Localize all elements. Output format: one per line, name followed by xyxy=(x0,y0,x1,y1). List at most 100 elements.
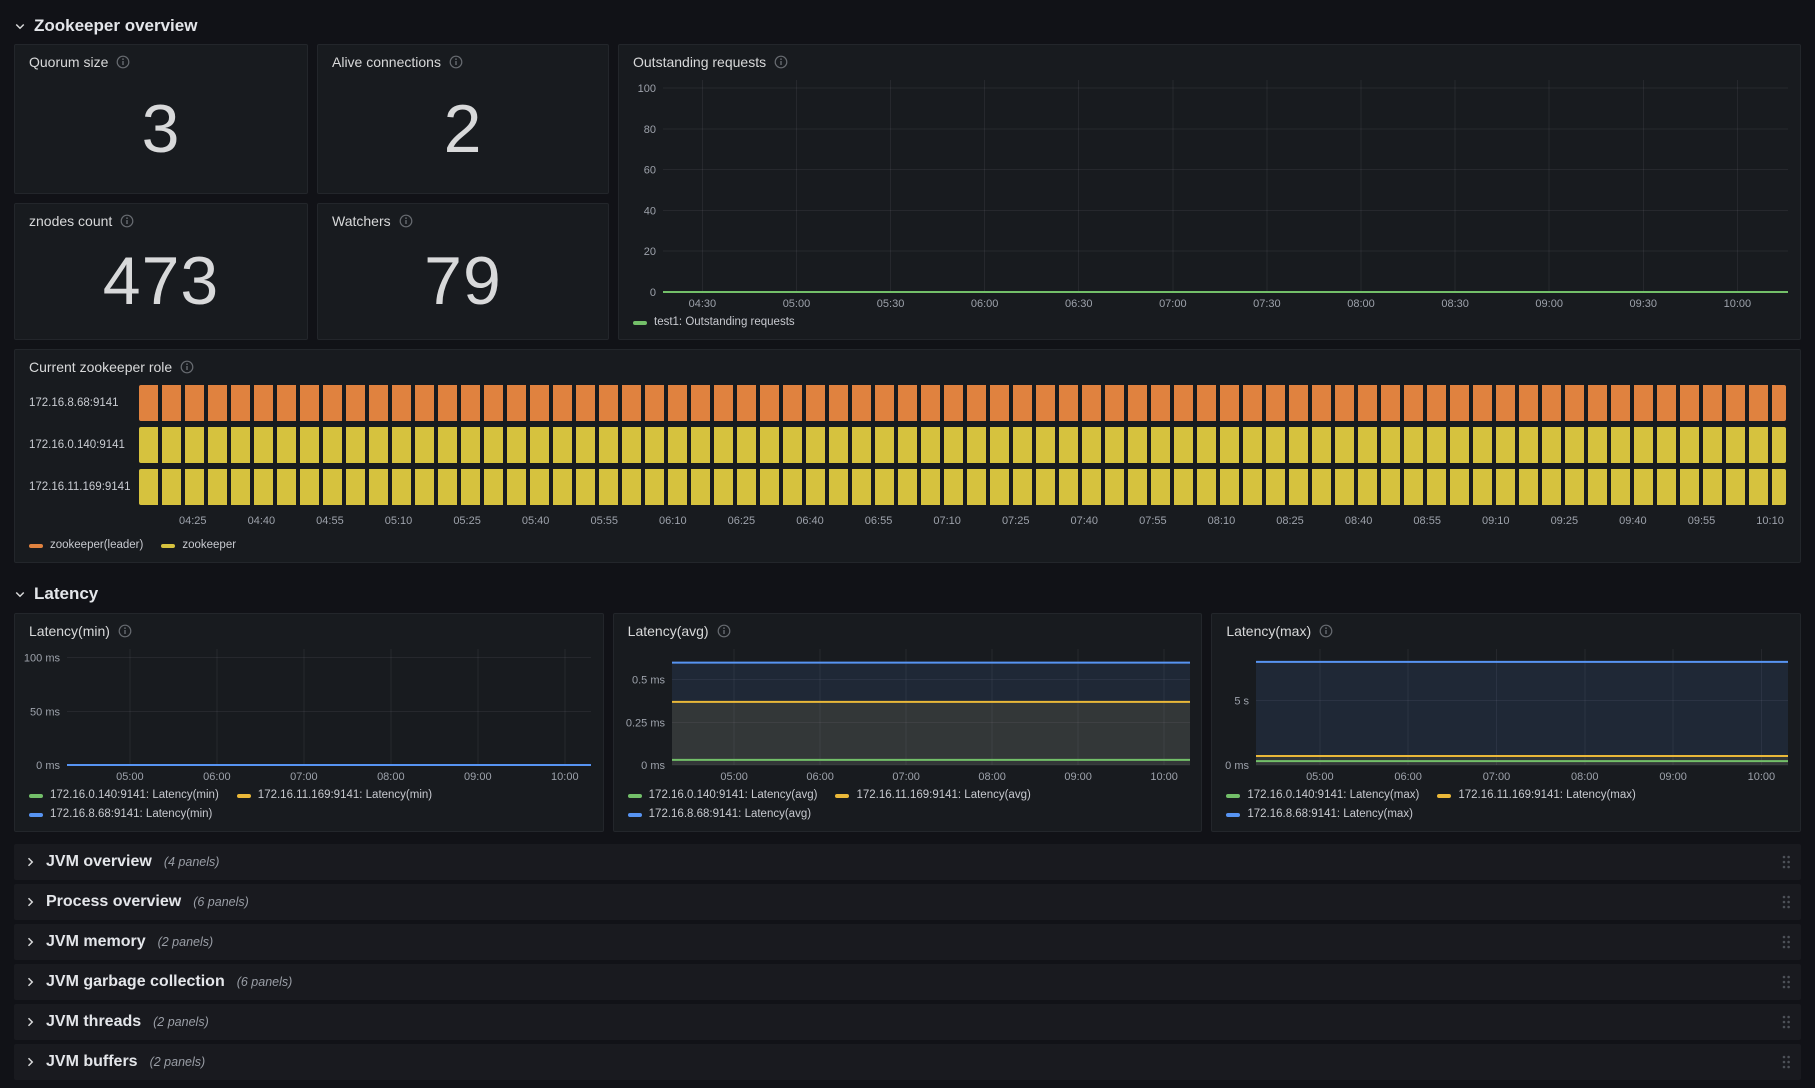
legend-label: 172.16.8.68:9141: Latency(min) xyxy=(50,808,213,820)
drag-handle-icon[interactable] xyxy=(1781,974,1791,990)
latency-max-chart[interactable]: 0 ms 5 s 05:00 06:00 07:00 08:00 09:00 10:00 xyxy=(1212,641,1800,785)
dashboard-row-jvm-threads[interactable]: JVM threads (2 panels) xyxy=(14,1004,1801,1040)
dashboard-row-process-overview[interactable]: Process overview (6 panels) xyxy=(14,884,1801,920)
chevron-right-icon xyxy=(27,977,34,987)
svg-text:07:00: 07:00 xyxy=(892,771,920,783)
row-title: JVM overview xyxy=(46,853,152,870)
timeline-row-label: 172.16.11.169:9141 xyxy=(29,481,131,493)
drag-handle-icon[interactable] xyxy=(1781,894,1791,910)
row-title: Process overview xyxy=(46,893,182,910)
chart-legend: zookeeper(leader) zookeeper xyxy=(15,535,1800,562)
svg-text:07:00: 07:00 xyxy=(1159,298,1187,310)
row-panel-count: (2 panels) xyxy=(157,935,214,949)
legend-label: 172.16.8.68:9141: Latency(avg) xyxy=(648,808,812,820)
row-panel-count: (4 panels) xyxy=(163,855,220,869)
svg-text:08:00: 08:00 xyxy=(978,771,1006,783)
legend-item[interactable]: 172.16.0.140:9141: Latency(min) xyxy=(29,787,219,804)
row-panel-count: (6 panels) xyxy=(193,895,249,909)
svg-text:10:00: 10:00 xyxy=(551,771,579,783)
info-icon[interactable] xyxy=(120,214,134,228)
latency-avg-chart[interactable]: 0 ms 0.25 ms 0.5 ms 05:00 06:00 07:00 08:00 09:… xyxy=(614,641,1202,785)
panel-current-zookeeper-role: Current zookeeper role 172.16.8.68:9141 1… xyxy=(14,349,1801,563)
legend-label: 172.16.11.169:9141: Latency(avg) xyxy=(856,789,1031,801)
info-icon[interactable] xyxy=(118,624,132,638)
latency-min-chart[interactable]: 0 ms 50 ms 100 ms 05:00 06:00 07:00 08:00 09:00… xyxy=(15,641,603,785)
svg-text:05:30: 05:30 xyxy=(877,298,905,310)
svg-text:08:00: 08:00 xyxy=(1347,298,1375,310)
info-icon[interactable] xyxy=(1319,624,1333,638)
svg-text:08:00: 08:00 xyxy=(377,771,405,783)
chevron-right-icon xyxy=(27,1017,34,1027)
svg-text:06:00: 06:00 xyxy=(806,771,834,783)
legend-item[interactable]: 172.16.8.68:9141: Latency(avg) xyxy=(627,806,812,823)
timeline-row: 172.16.11.169:9141 xyxy=(29,469,1786,505)
svg-text:06:30: 06:30 xyxy=(1065,298,1093,310)
svg-text:0 ms: 0 ms xyxy=(1225,760,1249,772)
legend-label: 172.16.0.140:9141: Latency(avg) xyxy=(648,789,818,801)
legend-item[interactable]: test1: Outstanding requests xyxy=(633,314,795,331)
info-icon[interactable] xyxy=(449,55,463,69)
chevron-right-icon xyxy=(27,1057,34,1067)
drag-handle-icon[interactable] xyxy=(1781,934,1791,950)
svg-text:0.25 ms: 0.25 ms xyxy=(626,717,666,729)
panel-title[interactable]: Current zookeeper role xyxy=(29,359,172,375)
panel-latency-min: Latency(min) 0 ms 50 ms 100 ms 05:00 06:00 07… xyxy=(14,613,604,832)
info-icon[interactable] xyxy=(116,55,130,69)
series-color-swatch xyxy=(236,793,251,798)
row-panel-count: (2 panels) xyxy=(153,1015,209,1029)
legend-item[interactable]: 172.16.0.140:9141: Latency(avg) xyxy=(627,787,818,804)
dashboard-row-jvm-buffers[interactable]: JVM buffers (2 panels) xyxy=(14,1044,1801,1080)
row-title: JVM memory xyxy=(46,933,146,950)
timeline-bars[interactable] xyxy=(139,469,1786,505)
chart-legend: test1: Outstanding requests xyxy=(619,312,1800,339)
timeline-bars[interactable] xyxy=(139,427,1786,463)
state-timeline[interactable]: 172.16.8.68:9141 172.16.0.140:9141 172.16.… xyxy=(15,377,1800,535)
info-icon[interactable] xyxy=(717,624,731,638)
svg-text:05:00: 05:00 xyxy=(116,771,144,783)
legend-item[interactable]: 172.16.0.140:9141: Latency(max) xyxy=(1226,787,1419,804)
panel-title[interactable]: Outstanding requests xyxy=(633,54,766,70)
legend-item[interactable]: zookeeper(leader) xyxy=(29,537,143,554)
info-icon[interactable] xyxy=(180,360,194,374)
legend-item[interactable]: 172.16.11.169:9141: Latency(max) xyxy=(1437,787,1636,804)
outstanding-requests-chart[interactable]: 0 20 40 60 80 100 04:30 05:00 05:30 06:00 06:30 07:… xyxy=(619,72,1800,312)
panel-title[interactable]: Latency(avg) xyxy=(628,623,709,639)
legend-item[interactable]: zookeeper xyxy=(161,537,236,554)
svg-text:10:00: 10:00 xyxy=(1150,771,1178,783)
series-color-swatch xyxy=(633,320,647,325)
row-title: JVM threads xyxy=(46,1013,142,1030)
timeline-bars[interactable] xyxy=(139,385,1786,421)
drag-handle-icon[interactable] xyxy=(1781,854,1791,870)
drag-handle-icon[interactable] xyxy=(1781,1054,1791,1070)
collapsed-rows: JVM overview (4 panels) Process overview… xyxy=(14,844,1801,1080)
svg-text:0 ms: 0 ms xyxy=(36,760,60,772)
legend-item[interactable]: 172.16.11.169:9141: Latency(min) xyxy=(236,787,433,804)
legend-label: zookeeper(leader) xyxy=(50,539,144,551)
panel-alive-connections: Alive connections 2 xyxy=(317,44,609,194)
legend-item[interactable]: 172.16.8.68:9141: Latency(max) xyxy=(1226,806,1413,823)
panel-quorum-size: Quorum size 3 xyxy=(14,44,308,194)
legend-item[interactable]: 172.16.8.68:9141: Latency(min) xyxy=(29,806,212,823)
svg-text:04:30: 04:30 xyxy=(689,298,717,310)
section-latency[interactable]: Latency xyxy=(14,579,1801,609)
svg-text:09:00: 09:00 xyxy=(1660,771,1688,783)
chevron-right-icon xyxy=(27,937,34,947)
panel-znodes-count: znodes count 473 xyxy=(14,203,308,340)
drag-handle-icon[interactable] xyxy=(1781,1014,1791,1030)
legend-label: 172.16.8.68:9141: Latency(max) xyxy=(1247,808,1413,820)
legend-label: zookeeper xyxy=(182,539,237,551)
legend-item[interactable]: 172.16.11.169:9141: Latency(avg) xyxy=(835,787,1031,804)
svg-text:08:30: 08:30 xyxy=(1441,298,1469,310)
panel-title[interactable]: Latency(max) xyxy=(1226,623,1311,639)
dashboard-row-jvm-overview[interactable]: JVM overview (4 panels) xyxy=(14,844,1801,880)
chevron-right-icon xyxy=(27,897,34,907)
info-icon[interactable] xyxy=(774,55,788,69)
svg-text:08:00: 08:00 xyxy=(1571,771,1599,783)
series-color-swatch xyxy=(29,793,43,798)
info-icon[interactable] xyxy=(399,214,413,228)
section-zookeeper-overview[interactable]: Zookeeper overview xyxy=(14,10,1801,42)
dashboard-row-jvm-memory[interactable]: JVM memory (2 panels) xyxy=(14,924,1801,960)
legend-label: 172.16.11.169:9141: Latency(min) xyxy=(257,789,433,801)
panel-title[interactable]: Latency(min) xyxy=(29,623,110,639)
dashboard-row-jvm-garbage-collection[interactable]: JVM garbage collection (6 panels) xyxy=(14,964,1801,1000)
